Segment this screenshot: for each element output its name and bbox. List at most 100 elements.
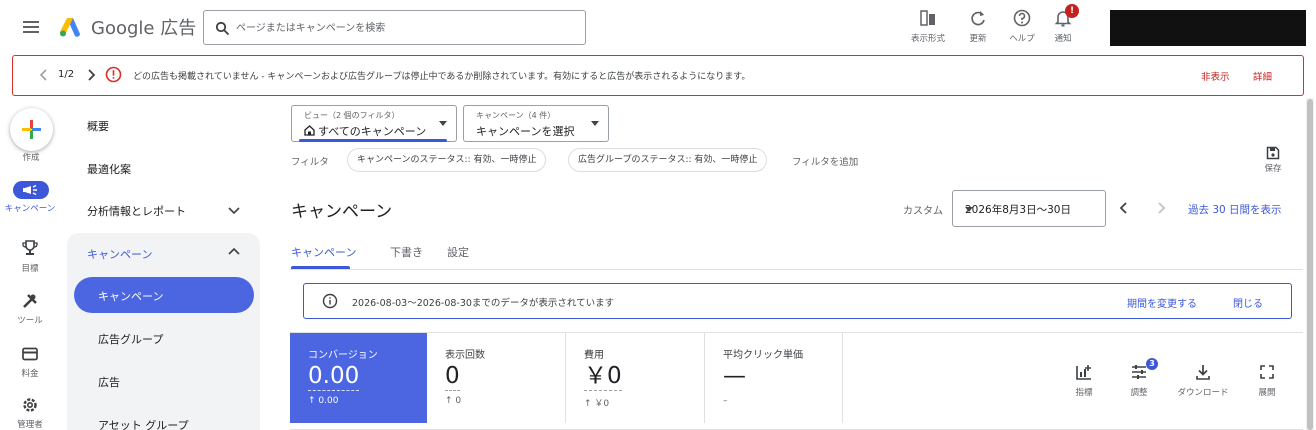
notifications-button[interactable]: 通知 xyxy=(1041,8,1085,48)
tab-campaigns[interactable]: キャンペーン xyxy=(291,244,356,260)
date-custom-label: カスタム xyxy=(903,206,943,217)
credit-card-icon xyxy=(21,345,39,363)
nav-sub-ads[interactable]: 広告 xyxy=(98,374,120,390)
view-dropdown[interactable]: ビュー（2 個のフィルタ） すべてのキャンペーン xyxy=(291,105,457,142)
dropdown-arrow-icon xyxy=(591,121,599,126)
rail-item-admin[interactable] xyxy=(0,396,60,414)
save-label: 保存 xyxy=(1264,164,1282,174)
chevron-up-icon[interactable] xyxy=(226,244,242,260)
alert-page-counter: 1/2 xyxy=(58,69,75,80)
trophy-icon xyxy=(21,239,39,257)
rail-item-billing[interactable] xyxy=(0,345,60,363)
campaign-dropdown-caption: キャンペーン（4 件） xyxy=(476,111,556,120)
notifications-label: 通知 xyxy=(1054,34,1072,44)
change-period-link[interactable]: 期間を変更する xyxy=(1127,295,1197,310)
search-input[interactable] xyxy=(236,19,576,37)
expand-button[interactable]: 展開 xyxy=(1255,363,1279,398)
rail-create-label: 作成 xyxy=(22,153,40,163)
create-button[interactable] xyxy=(10,108,53,151)
save-button[interactable]: 保存 xyxy=(1258,146,1288,180)
refresh-icon xyxy=(968,8,988,28)
download-button[interactable]: ダウンロード xyxy=(1175,363,1231,398)
nav-item-overview[interactable]: 概要 xyxy=(87,118,109,134)
nav-sub-campaigns[interactable]: キャンペーン xyxy=(74,277,254,313)
date-range-select[interactable]: 2026年8月3日〜30日 xyxy=(952,190,1106,227)
scorecard-delta: ↑ ￥0 xyxy=(584,399,610,409)
scorecard-value: ￥0 xyxy=(584,363,622,391)
add-filter-button[interactable]: フィルタを追加 xyxy=(792,154,858,168)
nav-campaigns-header[interactable]: キャンペーン xyxy=(87,246,152,262)
tab-settings[interactable]: 設定 xyxy=(447,244,469,260)
dropdown-arrow-icon xyxy=(965,207,973,212)
alert-details-link[interactable]: 詳細 xyxy=(1253,69,1272,83)
download-label: ダウンロード xyxy=(1177,388,1229,398)
show-last-30-days-link[interactable]: 過去 30 日間を表示 xyxy=(1188,202,1282,217)
refresh-button[interactable]: 更新 xyxy=(956,8,1000,48)
rail-item-goals[interactable] xyxy=(0,239,60,257)
scorecard-avg-cpc[interactable]: 平均クリック単価 — – xyxy=(705,333,843,423)
account-area[interactable] xyxy=(1110,10,1306,46)
download-icon xyxy=(1194,363,1212,381)
scorecard-name: コンバージョン xyxy=(308,350,378,361)
view-mode-button[interactable]: 表示形式 xyxy=(906,8,950,48)
rail-item-campaigns[interactable] xyxy=(13,181,49,199)
rail-campaigns-label: キャンペーン xyxy=(4,204,56,214)
filter-chip-adgroup-status[interactable]: 広告グループのステータス:: 有効、一時停止 xyxy=(568,148,768,172)
scorecard-cost[interactable]: 費用 ￥0 ↑ ￥0 xyxy=(566,333,705,423)
search-box[interactable] xyxy=(203,10,586,45)
alert-banner: 1/2 どの広告も掲載されていません - キャンペーンおよび広告グループは停止中… xyxy=(12,55,1304,96)
close-info-link[interactable]: 閉じる xyxy=(1233,295,1263,310)
date-next-icon[interactable] xyxy=(1153,200,1169,216)
filter-chip-campaign-status[interactable]: キャンペーンのステータス:: 有効、一時停止 xyxy=(347,148,547,172)
menu-icon[interactable] xyxy=(20,16,42,38)
filter-label: フィルタ xyxy=(291,157,329,168)
notification-badge: ! xyxy=(1065,4,1079,18)
chevron-right-icon[interactable] xyxy=(84,68,98,82)
rail-item-tools[interactable] xyxy=(0,292,60,310)
help-button[interactable]: ヘルプ xyxy=(1000,8,1044,48)
tabs-divider xyxy=(290,269,1303,270)
info-message: 2026-08-03〜2026-08-30までのデータが表示されています xyxy=(352,298,615,309)
save-icon xyxy=(1266,146,1280,160)
chevron-down-icon[interactable] xyxy=(226,202,242,218)
adjust-count-badge: 3 xyxy=(1146,358,1158,370)
megaphone-icon xyxy=(23,184,37,196)
scorecard-area: コンバージョン 0.00 ↑ 0.00 表示回数 0 ↑ 0 費用 ￥0 ↑ ￥… xyxy=(290,332,1303,430)
nav-item-recommendations[interactable]: 最適化案 xyxy=(87,161,131,177)
metrics-icon xyxy=(1075,363,1093,381)
alert-hide-link[interactable]: 非表示 xyxy=(1201,69,1230,83)
scorecard-conversions[interactable]: コンバージョン 0.00 ↑ 0.00 xyxy=(290,333,427,423)
info-banner: 2026-08-03〜2026-08-30までのデータが表示されています 期間を… xyxy=(303,283,1292,319)
scorecard-name: 平均クリック単価 xyxy=(723,350,803,361)
info-icon xyxy=(322,293,338,309)
rail-billing-label: 料金 xyxy=(21,369,39,379)
chevron-left-icon[interactable] xyxy=(37,68,51,82)
gear-icon xyxy=(21,396,39,414)
metrics-button[interactable]: 指標 xyxy=(1072,363,1096,398)
plus-icon xyxy=(22,120,41,139)
scorecard-delta: ↑ 0 xyxy=(445,396,462,406)
scrollbar-thumb[interactable] xyxy=(1307,99,1313,430)
scorecard-name: 表示回数 xyxy=(445,350,485,361)
fullscreen-icon xyxy=(1258,363,1276,381)
page-title: キャンペーン xyxy=(291,202,393,222)
campaign-dropdown[interactable]: キャンペーン（4 件） キャンペーンを選択 xyxy=(463,105,609,142)
scorecard-name: 費用 xyxy=(584,350,604,361)
view-mode-icon xyxy=(918,8,938,28)
nav-campaign-section xyxy=(67,233,260,430)
nav-sub-ad-groups[interactable]: 広告グループ xyxy=(98,331,163,347)
nav-item-insights-reports[interactable]: 分析情報とレポート xyxy=(87,203,186,219)
scorecard-delta: ↑ 0.00 xyxy=(308,396,339,406)
scorecard-value: 0 xyxy=(445,363,460,391)
nav-sub-asset-groups[interactable]: アセット グループ xyxy=(98,417,189,430)
alert-message: どの広告も掲載されていません - キャンペーンおよび広告グループは停止中であるか… xyxy=(133,72,751,82)
date-prev-icon[interactable] xyxy=(1116,200,1132,216)
tab-drafts[interactable]: 下書き xyxy=(390,244,423,260)
home-icon xyxy=(304,125,315,136)
campaign-dropdown-value: キャンペーンを選択 xyxy=(476,125,575,138)
scorecard-impressions[interactable]: 表示回数 0 ↑ 0 xyxy=(427,333,566,423)
nav-sub-campaigns-label: キャンペーン xyxy=(98,290,164,303)
rail-admin-label: 管理者 xyxy=(17,420,43,430)
rail-goals-label: 目標 xyxy=(21,264,39,274)
brand-name: Google 広告 xyxy=(91,18,197,39)
